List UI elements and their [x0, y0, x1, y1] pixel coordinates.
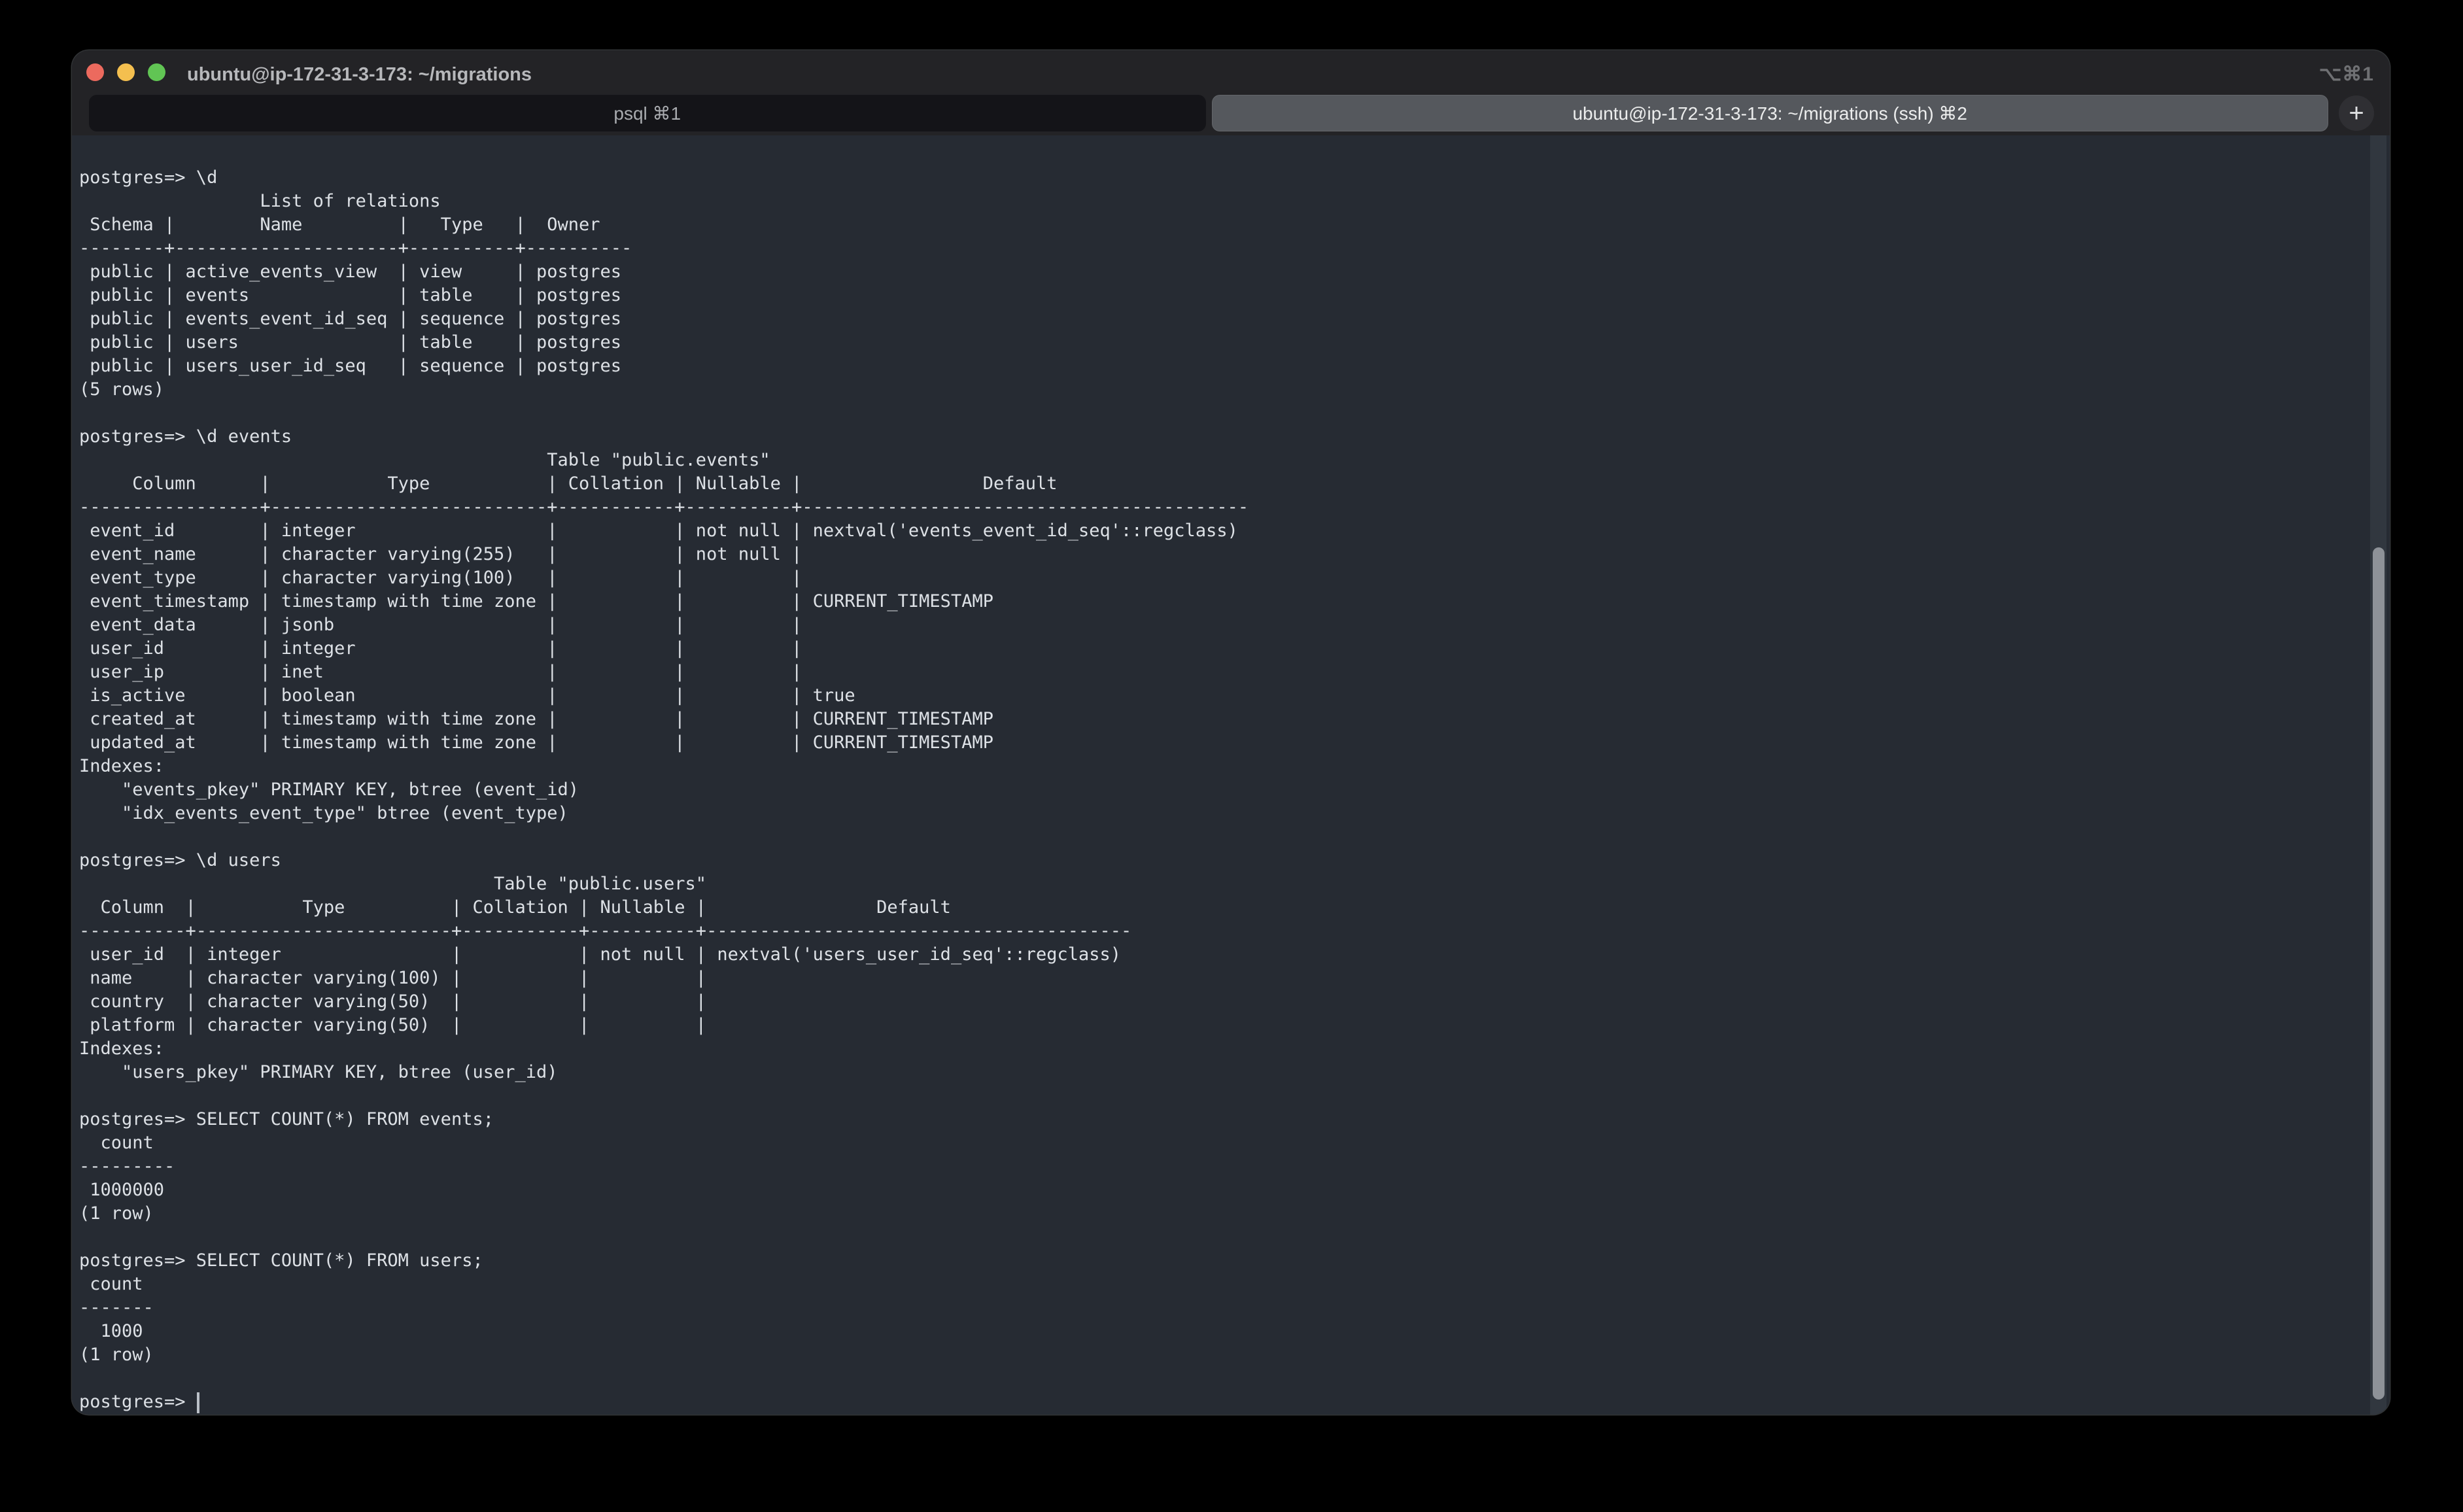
- tab-shortcut-hint: ⌥⌘1: [2319, 50, 2374, 96]
- fullscreen-button[interactable]: [148, 63, 165, 81]
- tab-psql[interactable]: psql ⌘1: [89, 95, 1206, 131]
- terminal-output: postgres=> \d List of relations Schema |…: [72, 135, 2390, 1414]
- close-button[interactable]: [86, 63, 104, 81]
- window-title: ubuntu@ip-172-31-3-173: ~/migrations: [187, 50, 532, 96]
- scrollbar-thumb[interactable]: [2373, 547, 2385, 1400]
- tab-ssh-migrations[interactable]: ubuntu@ip-172-31-3-173: ~/migrations (ss…: [1212, 95, 2329, 131]
- minimize-button[interactable]: [117, 63, 135, 81]
- text-cursor: [197, 1392, 199, 1413]
- terminal-window: ubuntu@ip-172-31-3-173: ~/migrations ⌥⌘1…: [72, 50, 2390, 1415]
- new-tab-button[interactable]: +: [2339, 95, 2374, 131]
- traffic-lights: [72, 50, 165, 94]
- scrollbar-track[interactable]: [2370, 135, 2386, 1415]
- tab-psql-label: psql ⌘1: [613, 103, 681, 124]
- terminal-content[interactable]: postgres=> \d List of relations Schema |…: [72, 135, 2390, 1415]
- tab-bar: psql ⌘1 ubuntu@ip-172-31-3-173: ~/migrat…: [89, 95, 2374, 131]
- window-titlebar[interactable]: ubuntu@ip-172-31-3-173: ~/migrations ⌥⌘1…: [72, 50, 2390, 135]
- tab-ssh-migrations-label: ubuntu@ip-172-31-3-173: ~/migrations (ss…: [1572, 103, 1967, 124]
